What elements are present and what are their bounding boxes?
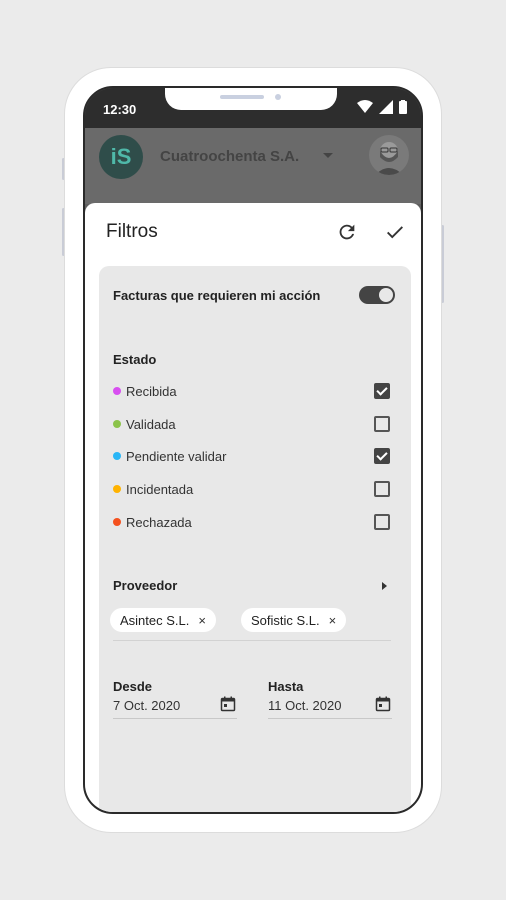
to-date-label: Hasta (268, 679, 304, 694)
checkbox-recibida[interactable] (374, 383, 390, 399)
to-date-underline (268, 718, 392, 719)
checkbox-pendiente-validar[interactable] (374, 448, 390, 464)
checkbox-incidentada[interactable] (374, 481, 390, 497)
state-item-rechazada: Rechazada (113, 512, 192, 532)
phone-notch (165, 88, 337, 110)
app-logo[interactable]: iS (99, 135, 143, 179)
close-icon[interactable]: × (329, 613, 337, 628)
filters-sheet: Filtros Facturas que requieren mi acción… (85, 203, 421, 812)
phone-side-button-right (441, 225, 444, 303)
provider-chip-label: Asintec S.L. (120, 612, 190, 628)
chevron-right-icon[interactable] (382, 582, 387, 590)
state-label: Incidentada (126, 481, 194, 497)
status-dot-incidentada (113, 485, 121, 493)
battery-icon (399, 100, 407, 114)
status-icons (357, 100, 407, 114)
my-action-toggle[interactable] (359, 286, 395, 304)
state-item-recibida: Recibida (113, 381, 177, 401)
user-photo-icon (375, 142, 403, 175)
signal-icon (379, 100, 393, 114)
refresh-icon[interactable] (336, 221, 358, 243)
checkbox-rechazada[interactable] (374, 514, 390, 530)
check-icon[interactable] (384, 221, 406, 243)
status-dot-rechazada (113, 518, 121, 526)
app-bar: iS Cuatroochenta S.A. (85, 128, 421, 204)
front-camera (275, 94, 281, 100)
state-item-incidentada: Incidentada (113, 479, 193, 499)
speaker-grille (220, 95, 264, 99)
from-date-label: Desde (113, 679, 153, 694)
calendar-icon[interactable] (375, 696, 391, 712)
status-time: 12:30 (103, 102, 137, 117)
state-item-pendiente-validar: Pendiente validar (113, 446, 226, 466)
divider (113, 640, 391, 641)
provider-chip[interactable]: Asintec S.L. × (110, 608, 216, 632)
checkbox-validada[interactable] (374, 416, 390, 432)
status-dot-pendiente (113, 452, 121, 460)
status-section-title: Estado (113, 352, 157, 367)
calendar-icon[interactable] (220, 696, 236, 712)
state-label: Rechazada (126, 514, 192, 530)
state-item-validada: Validada (113, 414, 176, 434)
from-date-field[interactable]: 7 Oct. 2020 (113, 698, 180, 713)
toggle-knob (379, 288, 393, 302)
wifi-icon (357, 100, 373, 113)
state-label: Validada (126, 416, 176, 432)
phone-screen: 12:30 iS Cuatroochenta S.A. Filtros Fact… (83, 86, 423, 814)
company-selector-label[interactable]: Cuatroochenta S.A. (160, 148, 299, 165)
from-date-underline (113, 718, 237, 719)
my-action-label: Facturas que requieren mi acción (113, 288, 321, 303)
provider-section-title[interactable]: Proveedor (113, 578, 177, 593)
state-label: Recibida (126, 383, 177, 399)
avatar[interactable] (369, 135, 409, 175)
status-dot-recibida (113, 387, 121, 395)
sheet-title: Filtros (106, 221, 158, 242)
status-dot-validada (113, 420, 121, 428)
chevron-down-icon[interactable] (323, 153, 333, 158)
filters-panel: Facturas que requieren mi acción Estado … (99, 266, 411, 812)
close-icon[interactable]: × (198, 613, 206, 628)
state-label: Pendiente validar (126, 448, 227, 464)
provider-chip-label: Sofistic S.L. (251, 612, 320, 628)
provider-chip[interactable]: Sofistic S.L. × (241, 608, 347, 632)
to-date-field[interactable]: 11 Oct. 2020 (268, 698, 341, 713)
